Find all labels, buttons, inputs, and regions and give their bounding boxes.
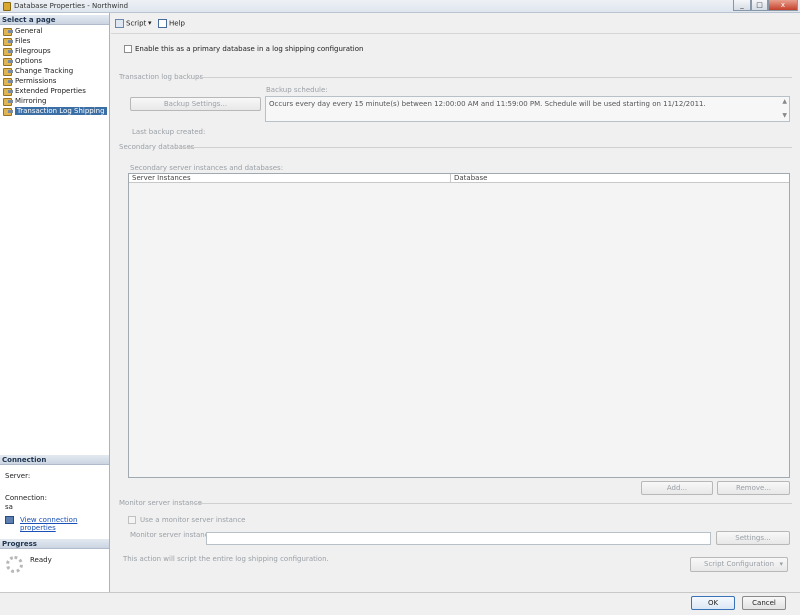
group-divider xyxy=(196,77,792,78)
page-item-mirroring[interactable]: Mirroring xyxy=(3,96,107,106)
connection-properties-icon xyxy=(5,516,14,524)
progress-spinner-icon xyxy=(6,556,23,573)
help-button[interactable]: Help xyxy=(158,19,185,28)
dialog-footer xyxy=(0,592,800,615)
page-item-extended-properties[interactable]: Extended Properties xyxy=(3,86,107,96)
add-button[interactable]: Add... xyxy=(641,481,713,495)
page-icon xyxy=(3,38,13,46)
group-divider xyxy=(191,503,792,504)
script-note: This action will script the entire log s… xyxy=(123,555,329,563)
connection-label: Connection: xyxy=(5,494,47,502)
minimize-button[interactable]: _ xyxy=(733,0,751,11)
server-value xyxy=(5,481,33,483)
page-item-transaction-log-shipping[interactable]: Transaction Log Shipping xyxy=(3,106,107,116)
database-icon xyxy=(3,2,11,11)
column-header-server-instances[interactable]: Server Instances xyxy=(129,174,451,183)
backup-schedule-label: Backup schedule: xyxy=(266,86,328,94)
page-icon xyxy=(3,68,13,76)
progress-status: Ready xyxy=(30,556,52,564)
secondary-instances-label: Secondary server instances and databases… xyxy=(130,164,284,172)
left-panel: Select a page General Files Filegroups O… xyxy=(0,13,110,592)
page-icon xyxy=(3,88,13,96)
connection-value: sa xyxy=(5,503,13,511)
view-connection-properties-link[interactable]: View connection properties xyxy=(20,516,109,532)
monitor-instance-label: Monitor server instance: xyxy=(130,531,216,539)
page-icon xyxy=(3,58,13,66)
transaction-log-backups-label: Transaction log backups xyxy=(119,73,204,81)
use-monitor-label: Use a monitor server instance xyxy=(140,516,246,524)
server-label: Server: xyxy=(5,472,31,480)
monitor-server-instance-header: Monitor server instance xyxy=(119,499,202,507)
cancel-button[interactable]: Cancel xyxy=(742,596,786,610)
scroll-up-icon[interactable]: ▲ xyxy=(782,98,787,105)
last-backup-label: Last backup created: xyxy=(132,128,206,136)
scroll-down-icon[interactable]: ▼ xyxy=(782,112,787,119)
backup-schedule-textbox[interactable]: Occurs every day every 15 minute(s) betw… xyxy=(265,96,790,122)
backup-schedule-text: Occurs every day every 15 minute(s) betw… xyxy=(269,100,706,108)
backup-settings-button[interactable]: Backup Settings... xyxy=(130,97,261,111)
column-header-database[interactable]: Database xyxy=(451,174,789,183)
page-icon xyxy=(3,98,13,106)
page-icon xyxy=(3,28,13,36)
maximize-button[interactable]: □ xyxy=(751,0,768,11)
toolbar: Script ▾ Help xyxy=(111,14,800,34)
enable-primary-label: Enable this as a primary database in a l… xyxy=(135,45,364,53)
settings-button[interactable]: Settings... xyxy=(716,531,790,545)
title-bar: Database Properties - Northwind _ □ x xyxy=(0,0,800,13)
select-page-header: Select a page xyxy=(0,15,109,25)
page-item-permissions[interactable]: Permissions xyxy=(3,76,107,86)
secondary-databases-grid[interactable]: Server Instances Database xyxy=(128,173,790,478)
connection-header: Connection xyxy=(0,455,109,465)
close-button[interactable]: x xyxy=(768,0,798,11)
script-button[interactable]: Script xyxy=(115,19,146,28)
chevron-down-icon: ▾ xyxy=(779,560,783,568)
page-item-options[interactable]: Options xyxy=(3,56,107,66)
group-divider xyxy=(173,147,792,148)
use-monitor-checkbox[interactable] xyxy=(128,516,136,524)
page-item-general[interactable]: General xyxy=(3,26,107,36)
monitor-instance-input[interactable] xyxy=(206,532,711,545)
page-item-files[interactable]: Files xyxy=(3,36,107,46)
page-icon xyxy=(3,48,13,56)
script-configuration-button[interactable]: Script Configuration ▾ xyxy=(690,557,788,572)
page-icon xyxy=(3,108,13,116)
help-icon xyxy=(158,19,167,28)
enable-primary-checkbox[interactable] xyxy=(124,45,132,53)
remove-button[interactable]: Remove... xyxy=(717,481,790,495)
ok-button[interactable]: OK xyxy=(691,596,735,610)
script-icon xyxy=(115,19,124,28)
progress-header: Progress xyxy=(0,539,109,549)
window-title: Database Properties - Northwind xyxy=(14,2,129,10)
page-item-change-tracking[interactable]: Change Tracking xyxy=(3,66,107,76)
page-icon xyxy=(3,78,13,86)
script-dropdown-arrow[interactable]: ▾ xyxy=(148,19,152,27)
page-item-filegroups[interactable]: Filegroups xyxy=(3,46,107,56)
